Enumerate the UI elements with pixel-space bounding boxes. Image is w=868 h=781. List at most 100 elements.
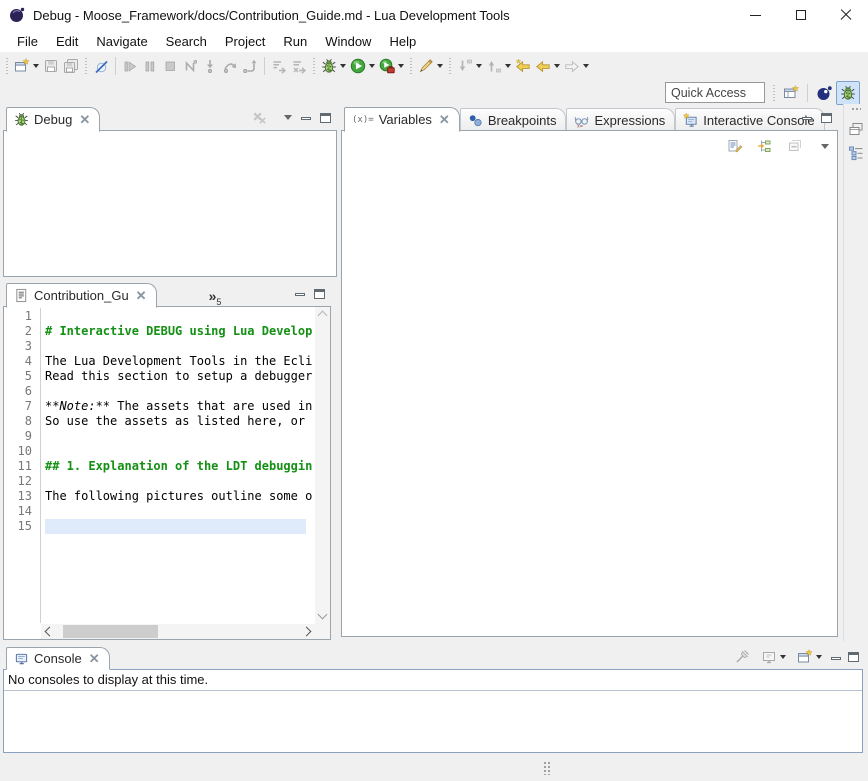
line-number: 13 bbox=[5, 489, 32, 504]
close-icon bbox=[840, 9, 852, 21]
tab-variables[interactable]: (x)= Variables ✕ bbox=[344, 107, 460, 132]
close-icon[interactable]: ✕ bbox=[79, 113, 90, 126]
quick-access-input[interactable] bbox=[665, 82, 765, 103]
chevron-down-icon bbox=[340, 64, 346, 68]
display-selected-console-button[interactable] bbox=[759, 645, 788, 669]
maximize-view-icon[interactable] bbox=[314, 289, 325, 299]
code-line[interactable] bbox=[45, 474, 306, 489]
code-line[interactable] bbox=[45, 309, 306, 324]
step-into-button[interactable] bbox=[200, 54, 220, 78]
editor-code-area[interactable]: # Interactive DEBUG using Lua Develop The… bbox=[41, 307, 314, 623]
step-return-button[interactable] bbox=[240, 54, 260, 78]
code-line[interactable] bbox=[45, 504, 306, 519]
code-line[interactable]: So use the assets as listed here, or bbox=[45, 414, 306, 429]
step-over-button[interactable] bbox=[220, 54, 240, 78]
save-all-button[interactable] bbox=[61, 54, 81, 78]
chevron-down-icon bbox=[816, 655, 822, 659]
code-line[interactable] bbox=[45, 384, 306, 399]
tab-console[interactable]: Console ✕ bbox=[6, 647, 110, 670]
scrollbar-thumb[interactable] bbox=[63, 625, 158, 638]
maximize-view-icon[interactable] bbox=[821, 113, 832, 123]
code-line[interactable]: ## 1. Explanation of the LDT debuggin bbox=[45, 459, 306, 474]
open-console-button[interactable] bbox=[795, 645, 824, 669]
debug-bug-icon bbox=[321, 58, 337, 74]
menu-run[interactable]: Run bbox=[274, 32, 316, 51]
code-line[interactable]: **Note:** The assets that are used in bbox=[45, 399, 306, 414]
code-line[interactable] bbox=[45, 444, 306, 459]
outline-view-button[interactable] bbox=[844, 141, 868, 165]
next-annotation-button[interactable] bbox=[455, 54, 484, 78]
tab-debug[interactable]: Debug ✕ bbox=[6, 107, 100, 132]
last-edit-location-button[interactable] bbox=[513, 54, 533, 78]
external-tools-button[interactable] bbox=[377, 54, 406, 78]
menu-project[interactable]: Project bbox=[216, 32, 274, 51]
previous-annotation-button[interactable] bbox=[484, 54, 513, 78]
menu-window[interactable]: Window bbox=[316, 32, 380, 51]
skip-all-breakpoints-button[interactable] bbox=[91, 54, 111, 78]
tab-breakpoints[interactable]: Breakpoints bbox=[460, 108, 567, 131]
step-over-icon bbox=[222, 58, 238, 74]
close-icon[interactable]: ✕ bbox=[89, 652, 100, 665]
tab-expressions[interactable]: Expressions bbox=[566, 108, 675, 131]
pin-console-button[interactable] bbox=[732, 645, 752, 669]
new-wizard-button[interactable] bbox=[12, 54, 41, 78]
minimize-view-icon[interactable] bbox=[831, 657, 841, 660]
code-line[interactable] bbox=[45, 339, 306, 354]
scroll-down-icon[interactable] bbox=[318, 610, 328, 620]
debug-view-body bbox=[3, 130, 337, 277]
minimize-view-icon[interactable] bbox=[295, 293, 305, 296]
remove-all-terminated-icon[interactable] bbox=[252, 110, 267, 125]
code-line[interactable] bbox=[45, 429, 306, 444]
restore-view-button[interactable] bbox=[844, 117, 868, 141]
run-button[interactable] bbox=[348, 54, 377, 78]
editor-vertical-scrollbar[interactable] bbox=[315, 307, 330, 623]
scroll-left-icon[interactable] bbox=[45, 627, 55, 637]
close-icon[interactable]: ✕ bbox=[136, 289, 147, 302]
open-perspective-button[interactable] bbox=[779, 81, 803, 105]
maximize-view-icon[interactable] bbox=[320, 113, 331, 123]
back-button[interactable] bbox=[533, 54, 562, 78]
status-bar-grip bbox=[543, 761, 550, 775]
view-menu-icon[interactable] bbox=[284, 115, 292, 120]
save-button[interactable] bbox=[41, 54, 61, 78]
lua-perspective-button[interactable] bbox=[812, 81, 836, 105]
collapse-all-button[interactable] bbox=[785, 134, 805, 158]
terminate-button[interactable] bbox=[160, 54, 180, 78]
menu-navigate[interactable]: Navigate bbox=[87, 32, 156, 51]
debug-perspective-button[interactable] bbox=[836, 81, 860, 105]
window-maximize-button[interactable] bbox=[778, 0, 823, 30]
code-line[interactable] bbox=[45, 519, 306, 534]
window-minimize-button[interactable] bbox=[733, 0, 778, 30]
resume-button[interactable] bbox=[120, 54, 140, 78]
mark-occurrences-button[interactable] bbox=[416, 54, 445, 78]
view-menu-icon[interactable] bbox=[821, 144, 829, 149]
outline-view-icon bbox=[848, 145, 864, 161]
menu-help[interactable]: Help bbox=[380, 32, 425, 51]
menu-edit[interactable]: Edit bbox=[47, 32, 87, 51]
maximize-view-icon[interactable] bbox=[848, 652, 859, 662]
code-line[interactable]: The following pictures outline some o bbox=[45, 489, 306, 504]
show-type-names-button[interactable] bbox=[725, 134, 745, 158]
minimize-view-icon[interactable] bbox=[802, 117, 812, 120]
editor-horizontal-scrollbar[interactable] bbox=[41, 624, 315, 639]
suspend-button[interactable] bbox=[140, 54, 160, 78]
disconnect-button[interactable] bbox=[180, 54, 200, 78]
console-monitor-icon bbox=[14, 651, 29, 666]
scroll-up-icon[interactable] bbox=[318, 311, 328, 321]
step-filters-config-button[interactable] bbox=[289, 54, 309, 78]
use-step-filters-button[interactable] bbox=[269, 54, 289, 78]
forward-button[interactable] bbox=[562, 54, 591, 78]
debug-button[interactable] bbox=[319, 54, 348, 78]
scroll-right-icon[interactable] bbox=[302, 627, 312, 637]
menu-search[interactable]: Search bbox=[157, 32, 216, 51]
code-line[interactable]: The Lua Development Tools in the Ecli bbox=[45, 354, 306, 369]
minimize-view-icon[interactable] bbox=[301, 117, 311, 120]
close-icon[interactable]: ✕ bbox=[439, 113, 450, 126]
window-close-button[interactable] bbox=[823, 0, 868, 30]
hidden-editors-chevron[interactable]: » 5 bbox=[209, 288, 222, 307]
show-logical-structures-button[interactable] bbox=[755, 134, 775, 158]
code-line[interactable]: Read this section to setup a debugger bbox=[45, 369, 306, 384]
code-line[interactable]: # Interactive DEBUG using Lua Develop bbox=[45, 324, 306, 339]
menu-file[interactable]: File bbox=[8, 32, 47, 51]
tab-contribution-guide[interactable]: Contribution_Gu ✕ bbox=[6, 283, 157, 308]
